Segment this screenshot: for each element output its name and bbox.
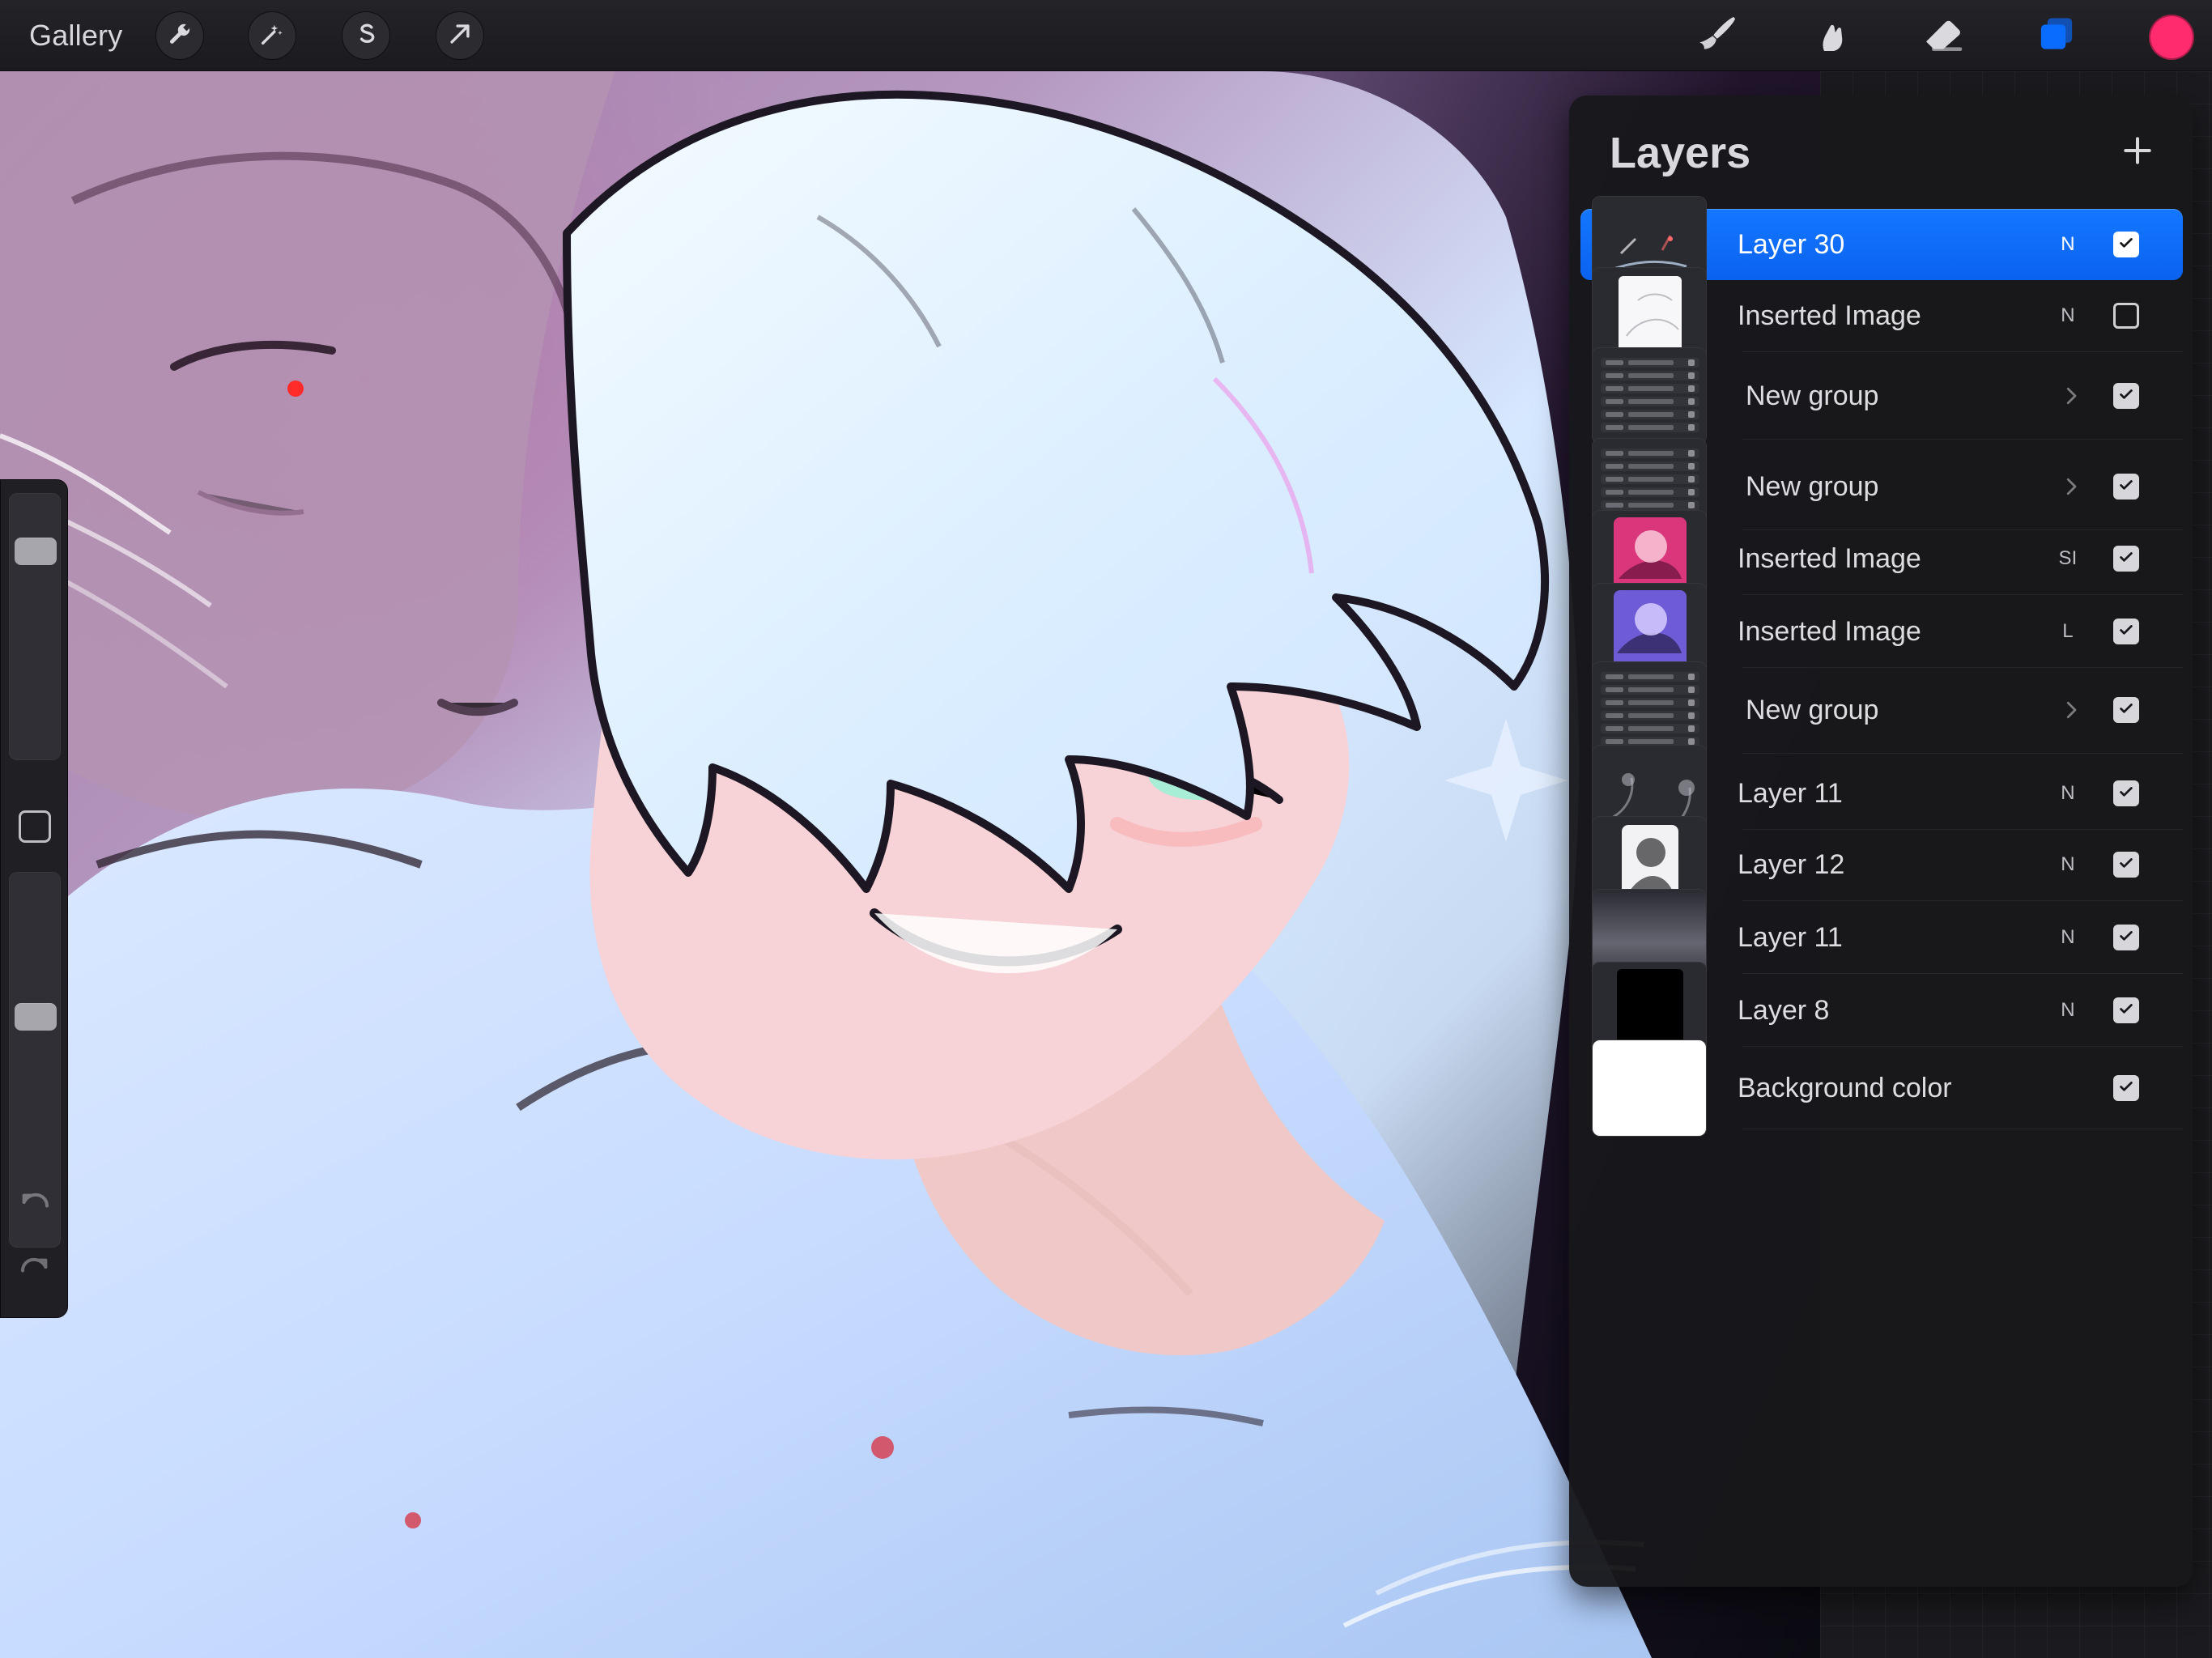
- redo-icon: [19, 1251, 51, 1287]
- layer-visibility-checkbox[interactable]: [2113, 474, 2139, 500]
- layers-tool-button[interactable]: [2031, 10, 2082, 62]
- gallery-label: Gallery: [29, 19, 123, 52]
- wrench-icon: [166, 20, 194, 52]
- smudge-tool-button[interactable]: [1804, 10, 1856, 62]
- layer-blend-mode[interactable]: N: [2052, 280, 2084, 351]
- layer-row[interactable]: Inserted Image L: [1580, 583, 2183, 680]
- chevron-right-icon[interactable]: [2055, 667, 2087, 753]
- background-color-row[interactable]: Background color: [1580, 1039, 2183, 1137]
- layer-visibility-checkbox[interactable]: [2113, 852, 2139, 878]
- brush-size-slider-knob[interactable]: [15, 538, 57, 565]
- layer-blend-mode[interactable]: L: [2052, 596, 2084, 667]
- redo-button[interactable]: [15, 1249, 54, 1288]
- layer-row[interactable]: Inserted Image N: [1580, 267, 2183, 364]
- layer-visibility-checkbox[interactable]: [2113, 1075, 2139, 1101]
- layer-name: Inserted Image: [1738, 542, 1921, 574]
- layers-header: Layers: [1569, 96, 2193, 207]
- chevron-right-icon[interactable]: [2055, 444, 2087, 529]
- layer-blend-mode[interactable]: N: [2052, 209, 2084, 280]
- magic-wand-icon: [258, 20, 286, 52]
- plus-icon: [2120, 133, 2155, 172]
- layer-name: Layer 8: [1738, 994, 1830, 1026]
- layer-name: Background color: [1738, 1072, 1952, 1103]
- checkmark-icon: [2117, 548, 2135, 570]
- layer-blend-mode[interactable]: N: [2052, 902, 2084, 973]
- layers-icon: [2034, 11, 2079, 61]
- layer-blend-mode[interactable]: N: [2052, 758, 2084, 829]
- eraser-icon: [1921, 11, 1966, 61]
- layer-visibility-checkbox[interactable]: [2113, 546, 2139, 572]
- artwork-illustration: [0, 71, 1820, 1658]
- layer-visibility-checkbox[interactable]: [2113, 619, 2139, 644]
- checkmark-icon: [2117, 476, 2135, 498]
- layer-visibility-checkbox[interactable]: [2113, 383, 2139, 409]
- layer-thumbnail[interactable]: [1592, 1039, 1707, 1137]
- layer-name: New group: [1746, 470, 1879, 502]
- layer-name: Inserted Image: [1738, 615, 1921, 647]
- brush-size-slider[interactable]: [9, 493, 61, 760]
- brush-icon: [1694, 11, 1739, 61]
- layer-divider: [1742, 753, 2183, 754]
- layer-visibility-checkbox[interactable]: [2113, 997, 2139, 1023]
- layer-name: Layer 12: [1738, 848, 1845, 880]
- layer-divider: [1742, 900, 2183, 901]
- layer-visibility-checkbox[interactable]: [2113, 780, 2139, 806]
- checkmark-icon: [2117, 234, 2135, 256]
- gallery-button[interactable]: Gallery: [29, 15, 122, 57]
- layer-visibility-checkbox[interactable]: [2113, 232, 2139, 257]
- left-sidebar: [0, 479, 68, 1318]
- top-toolbar: Gallery: [0, 0, 2212, 71]
- undo-button[interactable]: [15, 1184, 54, 1223]
- layer-visibility-checkbox[interactable]: [2113, 697, 2139, 723]
- adjustments-button[interactable]: [248, 11, 296, 60]
- layer-divider: [1742, 973, 2183, 974]
- layer-group-row[interactable]: New group: [1580, 661, 2183, 759]
- layer-name: Inserted Image: [1738, 300, 1921, 331]
- smudge-icon: [1807, 11, 1853, 61]
- undo-icon: [19, 1186, 51, 1222]
- checkmark-icon: [2117, 854, 2135, 876]
- layer-name: Layer 30: [1738, 228, 1845, 260]
- layer-divider: [1742, 439, 2183, 440]
- arrow-cursor-icon: [446, 20, 474, 52]
- layer-blend-mode[interactable]: N: [2052, 829, 2084, 900]
- layer-name: Layer 11: [1738, 777, 1843, 809]
- actions-button[interactable]: [155, 11, 204, 60]
- layer-blend-mode[interactable]: N: [2052, 975, 2084, 1046]
- layer-visibility-checkbox[interactable]: [2113, 303, 2139, 329]
- layer-thumbnail[interactable]: [1592, 661, 1707, 759]
- layer-blend-mode[interactable]: SI: [2052, 523, 2084, 594]
- layer-divider: [1742, 594, 2183, 595]
- checkmark-icon: [2117, 385, 2135, 407]
- brush-tool-button[interactable]: [1691, 10, 1742, 62]
- selection-s-icon: [352, 20, 380, 52]
- layer-group-row[interactable]: New group: [1580, 347, 2183, 444]
- checkmark-icon: [2117, 1078, 2135, 1099]
- layers-panel: Layers Layer 30 N Inserted Image N New group…: [1569, 96, 2193, 1587]
- layer-name: Layer 11: [1738, 921, 1843, 953]
- checkmark-icon: [2117, 699, 2135, 721]
- layer-divider: [1742, 1046, 2183, 1047]
- checkmark-icon: [2117, 927, 2135, 949]
- chevron-right-icon[interactable]: [2055, 353, 2087, 439]
- add-layer-button[interactable]: [2115, 130, 2160, 175]
- checkmark-icon: [2117, 621, 2135, 643]
- artwork[interactable]: [0, 71, 1820, 1658]
- transform-button[interactable]: [436, 11, 484, 60]
- opacity-slider-knob[interactable]: [15, 1003, 57, 1031]
- layer-row[interactable]: Layer 8 N: [1580, 962, 2183, 1059]
- modify-button[interactable]: [19, 810, 51, 843]
- selection-button[interactable]: [342, 11, 390, 60]
- current-color-swatch[interactable]: [2149, 15, 2194, 60]
- layer-name: New group: [1746, 380, 1879, 411]
- layer-visibility-checkbox[interactable]: [2113, 925, 2139, 950]
- layer-divider: [1742, 351, 2183, 352]
- layers-title: Layers: [1610, 129, 1751, 177]
- checkmark-icon: [2117, 783, 2135, 805]
- layer-name: New group: [1746, 694, 1879, 725]
- checkmark-icon: [2117, 1000, 2135, 1022]
- eraser-tool-button[interactable]: [1917, 10, 1969, 62]
- layer-thumbnail[interactable]: [1592, 347, 1707, 444]
